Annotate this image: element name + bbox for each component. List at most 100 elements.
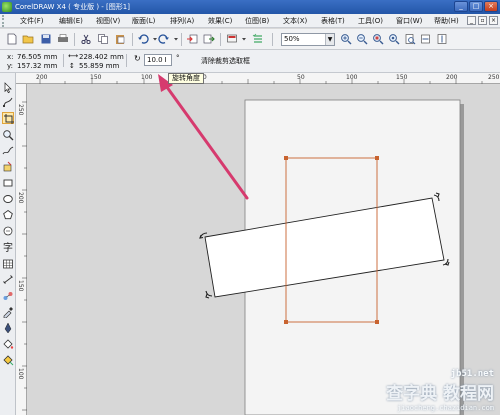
zoom-page-height-button[interactable] [436, 33, 448, 45]
eyedropper-tool[interactable] [2, 306, 14, 318]
site-watermark: jb51.net 查字典 教程网 jiaocheng.chazidian.com [386, 369, 494, 412]
menu-window[interactable]: 窗口(W) [396, 16, 422, 26]
close-window-button[interactable]: × [484, 1, 498, 12]
basic-shapes-icon [3, 226, 13, 236]
horizontal-ruler[interactable]: 200 150 100 50 50 100 150 200 250 [16, 73, 500, 84]
toolbar-separator [132, 33, 133, 46]
freehand-curve-icon [2, 146, 14, 155]
menu-help[interactable]: 帮助(H) [434, 16, 459, 26]
export-button[interactable] [203, 33, 215, 45]
menu-file[interactable]: 文件(F) [20, 16, 44, 26]
redo-button[interactable] [158, 33, 170, 45]
clear-crop-marquee-button[interactable]: 清除裁剪选取框 [197, 53, 254, 67]
rotation-angle-value: 10.0 [147, 56, 163, 64]
height-icon: ↕ [69, 62, 75, 70]
save-disk-icon [41, 34, 51, 44]
save-button[interactable] [40, 33, 52, 45]
menu-layout[interactable]: 版面(L) [132, 16, 155, 26]
menu-effects[interactable]: 效果(C) [208, 16, 232, 26]
copy-button[interactable] [97, 33, 109, 45]
menu-grip [2, 14, 11, 27]
propbar-separator [126, 54, 127, 67]
open-folder-icon [22, 35, 34, 44]
zoom-to-page-button[interactable] [404, 33, 416, 45]
polygon-tool[interactable] [2, 209, 14, 221]
scissors-icon [81, 34, 91, 45]
freehand-tool[interactable] [2, 145, 14, 157]
magnifier-icon [3, 130, 14, 141]
interactive-fill-tool[interactable] [2, 354, 14, 366]
application-launcher-button[interactable] [226, 33, 238, 45]
maximize-window-button[interactable]: □ [469, 1, 483, 12]
toolbox: 字 [0, 73, 16, 415]
menu-table[interactable]: 表格(T) [321, 16, 345, 26]
menu-text[interactable]: 文本(X) [283, 16, 307, 26]
shape-tool[interactable] [2, 96, 14, 108]
import-button[interactable] [186, 33, 198, 45]
undo-dropdown-button[interactable] [149, 33, 157, 45]
menu-edit[interactable]: 编辑(E) [59, 16, 83, 26]
welcome-screen-button[interactable] [252, 33, 264, 45]
zoom-to-all-objects-button[interactable] [388, 33, 400, 45]
x-position-value[interactable]: 76.505 mm [17, 53, 57, 61]
object-height-value[interactable]: 55.859 mm [79, 62, 119, 70]
fill-tool[interactable] [2, 338, 14, 350]
zoom-in-button[interactable] [340, 33, 352, 45]
window-controls: _ □ × [454, 1, 498, 12]
document-window-controls: _ ▫ × [467, 16, 498, 25]
chevron-down-icon[interactable]: ▼ [325, 34, 334, 45]
zoom-tool[interactable] [2, 129, 14, 141]
rectangle-tool[interactable] [2, 177, 14, 189]
menu-tools[interactable]: 工具(O) [358, 16, 383, 26]
undo-arrow-icon [138, 34, 149, 44]
rectangle-icon [3, 179, 13, 187]
object-width-value[interactable]: 228.402 mm [79, 53, 124, 61]
watermark-brand: 查字典 教程网 [386, 384, 494, 404]
zoom-level-select[interactable]: 50% ▼ [281, 33, 335, 46]
vertical-ruler[interactable]: 250 200 150 100 [16, 84, 27, 415]
redo-arrow-icon [158, 34, 169, 44]
menu-bitmaps[interactable]: 位图(B) [245, 16, 269, 26]
y-position-value[interactable]: 157.32 mm [17, 62, 57, 70]
zoom-page-width-icon [421, 34, 430, 44]
redo-dropdown-button[interactable] [170, 33, 178, 45]
new-document-button[interactable] [6, 33, 18, 45]
zoom-out-button[interactable] [356, 33, 368, 45]
copy-icon [98, 34, 108, 44]
rotation-angle-input[interactable]: 10.0 I [144, 54, 172, 66]
doc-minimize-button[interactable]: _ [467, 16, 476, 25]
pointer-arrow-icon [4, 82, 12, 94]
pick-tool[interactable] [2, 82, 14, 94]
table-tool[interactable] [2, 258, 14, 270]
minimize-window-button[interactable]: _ [454, 1, 468, 12]
menu-view[interactable]: 视图(V) [96, 16, 120, 26]
crop-tool[interactable] [2, 112, 14, 124]
blend-tool[interactable] [2, 290, 14, 302]
text-tool[interactable]: 字 [2, 241, 14, 253]
doc-restore-button[interactable]: ▫ [478, 16, 487, 25]
open-button[interactable] [22, 33, 34, 45]
smart-fill-tool[interactable] [2, 161, 14, 173]
ellipse-tool[interactable] [2, 193, 14, 205]
ruler-ticks [22, 101, 27, 411]
zoom-page-width-button[interactable] [420, 33, 432, 45]
menu-arrange[interactable]: 排列(A) [170, 16, 194, 26]
outline-pen-tool[interactable] [2, 322, 14, 334]
basic-shapes-tool[interactable] [2, 225, 14, 237]
parallel-dimension-tool[interactable] [2, 274, 14, 286]
zoom-to-selected-button[interactable] [372, 33, 384, 45]
doc-close-button[interactable]: × [489, 16, 498, 25]
degree-symbol: ° [176, 54, 180, 62]
tooltip-text: 旋转角度 [172, 74, 200, 82]
new-document-icon [7, 33, 17, 45]
undo-button[interactable] [137, 33, 149, 45]
launcher-dropdown-button[interactable] [238, 33, 246, 45]
standard-toolbar: 50% ▼ [0, 29, 500, 50]
cut-button[interactable] [80, 33, 92, 45]
print-button[interactable] [57, 33, 69, 45]
paste-button[interactable] [114, 33, 126, 45]
drawing-canvas[interactable] [28, 85, 500, 415]
coreldraw-window: CorelDRAW X4 ( 专业版 ) - [图形1] _ □ × 文件(F)… [0, 0, 500, 415]
paint-bucket-icon [3, 339, 14, 349]
zoom-in-icon [341, 34, 352, 45]
